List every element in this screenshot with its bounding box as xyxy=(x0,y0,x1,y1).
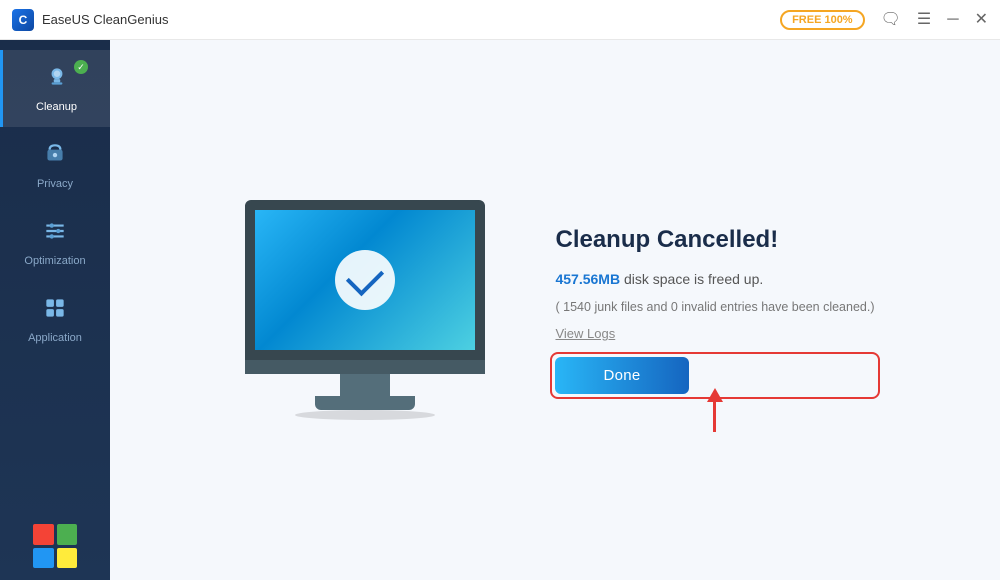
privacy-label: Privacy xyxy=(37,178,73,190)
cleanup-label: Cleanup xyxy=(36,101,77,113)
titlebar: C EaseUS CleanGenius FREE 100% 🗨 ☰ ─ ✕ xyxy=(0,0,1000,40)
view-logs-link[interactable]: View Logs xyxy=(555,326,874,341)
done-button[interactable]: Done xyxy=(555,357,688,394)
sidebar-item-optimization[interactable]: Optimization xyxy=(0,204,110,281)
paren-open: ( xyxy=(555,300,559,314)
application-label: Application xyxy=(28,332,82,344)
arrow-line xyxy=(713,402,716,432)
monitor-stand-base xyxy=(315,396,415,410)
application-icon xyxy=(42,295,68,327)
desc-part2: junk files and xyxy=(594,300,670,314)
menu-icon[interactable]: ☰ xyxy=(917,12,931,28)
monitor-screen xyxy=(245,200,485,360)
optimization-icon xyxy=(42,218,68,250)
message-icon[interactable]: 🗨 xyxy=(881,12,901,28)
win11-square-yellow xyxy=(57,548,78,569)
cleanup-icon xyxy=(44,64,70,96)
win11-square-blue xyxy=(33,548,54,569)
app-title: EaseUS CleanGenius xyxy=(42,12,168,27)
monitor-illustration xyxy=(235,200,495,420)
privacy-icon xyxy=(42,141,68,173)
free-badge[interactable]: FREE 100% xyxy=(780,10,865,30)
result-description: 457.56MB disk space is freed up. xyxy=(555,268,874,290)
content-area: Cleanup Cancelled! 457.56MB disk space i… xyxy=(110,40,1000,580)
optimization-label: Optimization xyxy=(24,255,85,267)
win11-square-red xyxy=(33,524,54,545)
invalid-count: 0 xyxy=(671,300,678,314)
arrow-annotation xyxy=(707,388,723,432)
monitor-stand-top xyxy=(340,374,390,396)
result-panel: Cleanup Cancelled! 457.56MB disk space i… xyxy=(555,226,874,394)
content-inner: Cleanup Cancelled! 457.56MB disk space i… xyxy=(235,200,874,420)
desc-part3: invalid entries have been cleaned.) xyxy=(681,300,874,314)
app-icon: C xyxy=(12,9,34,31)
close-icon[interactable]: ✕ xyxy=(975,12,988,28)
win11-square-green xyxy=(57,524,78,545)
sidebar-item-application[interactable]: Application xyxy=(0,281,110,358)
sidebar-item-privacy[interactable]: Privacy xyxy=(0,127,110,204)
result-title: Cleanup Cancelled! xyxy=(555,226,874,254)
win11-logo xyxy=(33,524,77,568)
main-layout: ✓ Cleanup Privacy xyxy=(0,40,1000,580)
app-logo: C EaseUS CleanGenius xyxy=(12,9,168,31)
done-button-wrap: Done xyxy=(555,357,874,394)
monitor-shadow xyxy=(295,410,435,420)
window-controls: 🗨 ☰ ─ ✕ xyxy=(881,12,988,28)
sidebar: ✓ Cleanup Privacy xyxy=(0,40,110,580)
arrow-head xyxy=(707,388,723,402)
monitor xyxy=(235,200,495,420)
checkmark-circle xyxy=(335,250,395,310)
cleanup-badge: ✓ xyxy=(74,60,88,74)
junk-count: 1540 xyxy=(563,300,591,314)
monitor-body xyxy=(245,360,485,374)
desc-part1: disk space is freed up. xyxy=(624,271,763,287)
freed-size: 457.56MB xyxy=(555,271,620,287)
minimize-icon[interactable]: ─ xyxy=(947,12,958,28)
result-sub-description: ( 1540 junk files and 0 invalid entries … xyxy=(555,300,874,314)
sidebar-item-cleanup[interactable]: ✓ Cleanup xyxy=(0,50,110,127)
